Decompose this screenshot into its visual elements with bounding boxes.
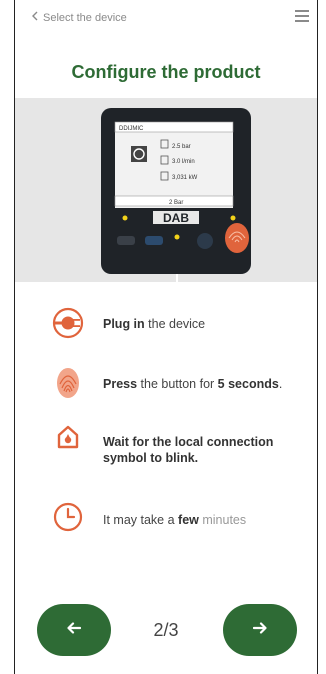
hamburger-menu-icon[interactable] (295, 10, 309, 22)
device-illustration: DDIJMIC 2.5 bar 3.0 l/min 3,031 kW 2 Bar… (15, 98, 317, 282)
device-screen-line-1: 2.5 bar (172, 144, 191, 150)
step-wait-blink-text: Wait for the local connection symbol to … (103, 435, 274, 465)
device-screen-footer: 2 Bar (169, 200, 183, 206)
device-image: DDIJMIC 2.5 bar 3.0 l/min 3,031 kW 2 Bar… (101, 108, 251, 282)
page-title: Configure the product (71, 62, 261, 82)
step-plug-in-text: Plug in the device (103, 317, 206, 331)
device-display (115, 122, 233, 208)
device-brand-logo: DAB (163, 211, 189, 225)
back-link-label: Select the device (43, 11, 127, 24)
step-press-button-text: Press the button for 5 seconds. (103, 377, 283, 391)
pager-nav: 2/3 (15, 600, 317, 660)
home-icon (51, 420, 85, 454)
plug-icon (51, 306, 85, 340)
device-screen-header: DDIJMIC (119, 126, 144, 132)
arrow-right-icon (252, 621, 267, 639)
step-may-take-text: It may take a few minutes (103, 513, 247, 527)
chevron-left-icon (31, 11, 39, 24)
top-bar: Select the device (15, 0, 317, 36)
device-screen-line-3: 3,031 kW (172, 175, 198, 181)
device-screen-line-2: 3.0 l/min (172, 159, 195, 165)
phone-screen: Select the device Configure the product … (14, 0, 318, 674)
fingerprint-icon (51, 364, 85, 398)
next-button[interactable] (223, 604, 297, 656)
back-link[interactable]: Select the device (31, 11, 127, 24)
clock-icon (51, 500, 85, 534)
